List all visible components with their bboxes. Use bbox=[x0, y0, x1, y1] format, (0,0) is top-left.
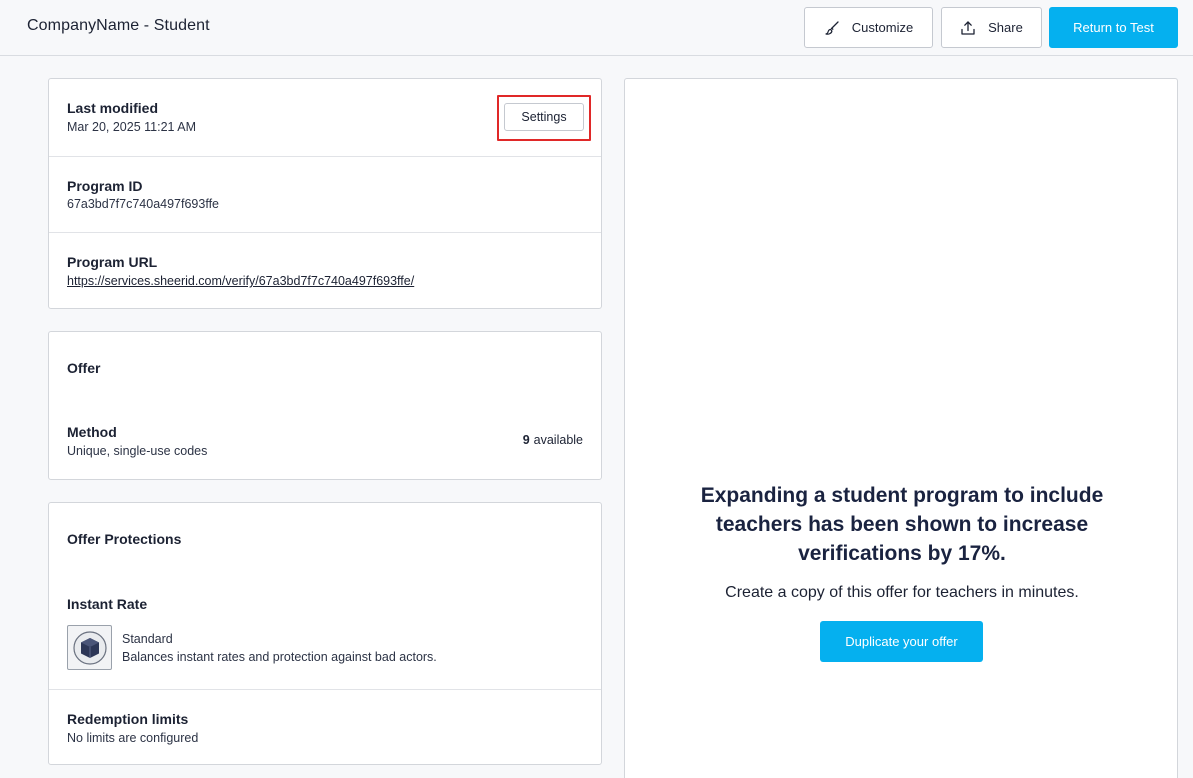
redemption-limits-value: No limits are configured bbox=[67, 731, 199, 745]
available-number: 9 bbox=[522, 433, 530, 447]
offer-protections-title: Offer Protections bbox=[67, 531, 182, 547]
method-label: Method bbox=[67, 424, 117, 440]
last-modified-label: Last modified bbox=[67, 100, 159, 116]
last-modified-section: Last modified Mar 20, 2025 11:21 AM Sett… bbox=[49, 79, 601, 156]
redemption-limits-label: Redemption limits bbox=[67, 711, 189, 727]
page-title: CompanyName - Student bbox=[27, 17, 210, 34]
offer-card: Offer Method Unique, single-use codes 9a… bbox=[48, 331, 602, 480]
available-count: 9 available bbox=[523, 433, 583, 447]
top-bar: CompanyName - Student Customize Share Re… bbox=[0, 0, 1193, 56]
program-id-section: Program ID 67a3bd7f7c740a497f693ffe bbox=[49, 156, 601, 232]
program-info-card: Last modified Mar 20, 2025 11:21 AM Sett… bbox=[48, 78, 602, 309]
program-url-section: Program URL https://services.sheerid.com… bbox=[49, 232, 601, 308]
customize-button[interactable]: Customize bbox=[804, 7, 933, 48]
shield-icon bbox=[67, 625, 112, 670]
brush-icon bbox=[824, 20, 840, 36]
offer-title: Offer bbox=[67, 360, 101, 376]
promo-card: Expanding a student program to include t… bbox=[624, 78, 1178, 778]
program-id-value: 67a3bd7f7c740a497f693ffe bbox=[67, 197, 220, 211]
rate-description: Balances instant rates and protection ag… bbox=[122, 650, 437, 664]
last-modified-value: Mar 20, 2025 11:21 AM bbox=[67, 120, 197, 134]
redemption-limits-section: Redemption limits No limits are configur… bbox=[49, 689, 601, 764]
instant-rate-label: Instant Rate bbox=[67, 596, 148, 612]
rate-name: Standard bbox=[122, 632, 173, 646]
share-label: Share bbox=[988, 20, 1023, 35]
offer-protections-card: Offer Protections Instant Rate Standard … bbox=[48, 502, 602, 765]
upload-icon bbox=[960, 20, 976, 36]
program-id-label: Program ID bbox=[67, 178, 143, 194]
promo-heading: Expanding a student program to include t… bbox=[700, 484, 1104, 565]
program-url-label: Program URL bbox=[67, 254, 158, 270]
duplicate-offer-button[interactable]: Duplicate your offer bbox=[820, 621, 983, 662]
customize-label: Customize bbox=[851, 20, 914, 35]
settings-button[interactable]: Settings bbox=[504, 103, 584, 131]
share-button[interactable]: Share bbox=[941, 7, 1042, 48]
method-value: Unique, single-use codes bbox=[67, 444, 208, 458]
program-url-link[interactable]: https://services.sheerid.com/verify/67a3… bbox=[67, 274, 414, 288]
available-label: available bbox=[533, 433, 583, 447]
return-to-test-button[interactable]: Return to Test bbox=[1049, 7, 1178, 48]
promo-subtext: Create a copy of this offer for teachers… bbox=[725, 584, 1079, 601]
